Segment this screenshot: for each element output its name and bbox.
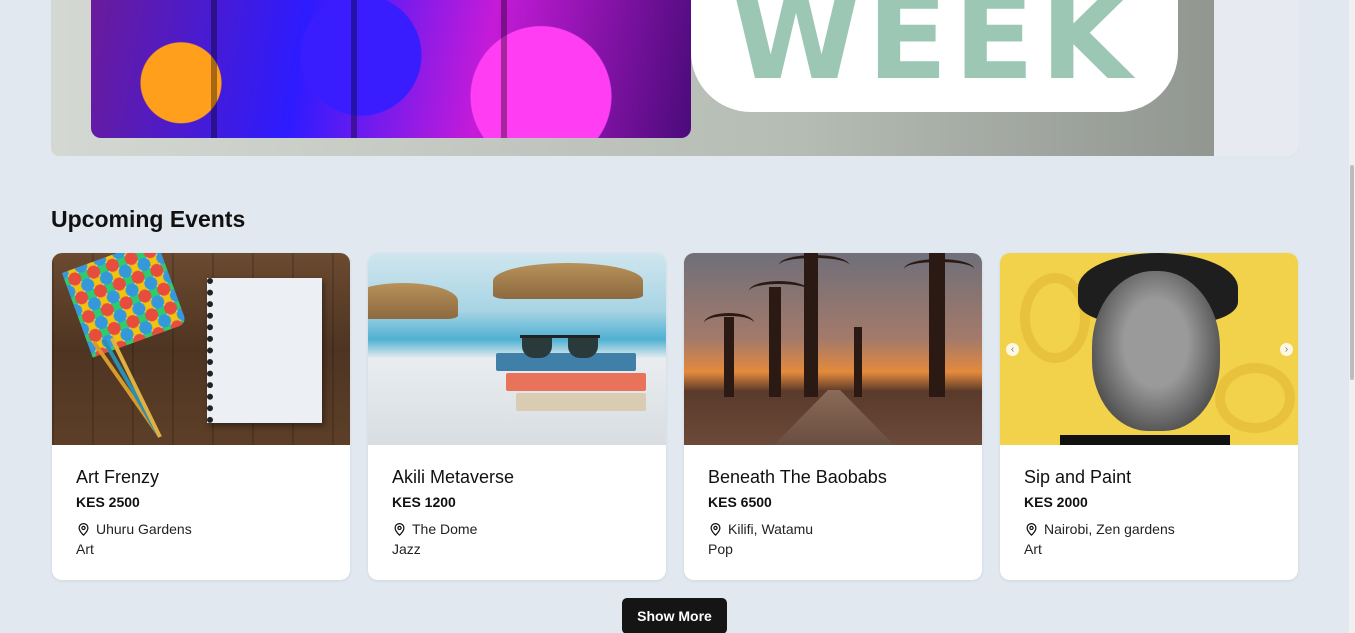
event-image-carousel: ‹ › — [1000, 253, 1298, 445]
event-location-text: Uhuru Gardens — [96, 521, 192, 537]
event-location-text: Kilifi, Watamu — [728, 521, 814, 537]
hero-banner[interactable]: WEEK — [51, 0, 1298, 156]
event-card-akili-metaverse[interactable]: Akili Metaverse KES 1200 The Dome Jazz — [368, 253, 666, 580]
location-pin-icon — [710, 522, 721, 536]
page: WEEK Upcoming Events Art Frenzy KES 2500 — [0, 0, 1355, 633]
page-scrollbar[interactable] — [1349, 0, 1355, 633]
event-location: Kilifi, Watamu — [708, 521, 958, 537]
event-location-text: The Dome — [412, 521, 478, 537]
event-image — [368, 253, 666, 445]
event-card-list: Art Frenzy KES 2500 Uhuru Gardens Art Ak… — [52, 253, 1298, 580]
event-card-body: Sip and Paint KES 2000 Nairobi, Zen gard… — [1000, 445, 1298, 557]
carousel-next-icon[interactable]: › — [1280, 343, 1293, 356]
event-card-body: Art Frenzy KES 2500 Uhuru Gardens Art — [52, 445, 350, 557]
location-pin-icon — [394, 522, 405, 536]
event-image — [684, 253, 982, 445]
hero-graffiti-image — [91, 0, 691, 138]
event-card-body: Beneath The Baobabs KES 6500 Kilifi, Wat… — [684, 445, 982, 557]
event-price: KES 2000 — [1024, 494, 1088, 510]
section-title: Upcoming Events — [51, 206, 246, 232]
show-more-button[interactable]: Show More — [622, 598, 727, 633]
event-location: The Dome — [392, 521, 642, 537]
event-title: Akili Metaverse — [392, 467, 515, 487]
event-title: Sip and Paint — [1024, 467, 1132, 487]
scrollbar-thumb[interactable] — [1350, 165, 1354, 380]
event-card-beneath-the-baobabs[interactable]: Beneath The Baobabs KES 6500 Kilifi, Wat… — [684, 253, 982, 580]
hero-edge — [1214, 0, 1298, 156]
event-card-sip-and-paint[interactable]: ‹ › Sip and Paint KES 2000 Nairobi, Zen … — [1000, 253, 1298, 580]
event-location-text: Nairobi, Zen gardens — [1044, 521, 1175, 537]
event-genre: Art — [1024, 541, 1042, 557]
event-card-body: Akili Metaverse KES 1200 The Dome Jazz — [368, 445, 666, 557]
event-image — [52, 253, 350, 445]
event-location: Nairobi, Zen gardens — [1024, 521, 1274, 537]
carousel-prev-icon[interactable]: ‹ — [1006, 343, 1019, 356]
event-location: Uhuru Gardens — [76, 521, 326, 537]
event-price: KES 2500 — [76, 494, 140, 510]
location-pin-icon — [1026, 522, 1037, 536]
event-genre: Art — [76, 541, 94, 557]
event-genre: Pop — [708, 541, 733, 557]
hero-title: WEEK — [691, 0, 1178, 112]
event-price: KES 1200 — [392, 494, 456, 510]
event-price: KES 6500 — [708, 494, 772, 510]
location-pin-icon — [78, 522, 89, 536]
event-title: Art Frenzy — [76, 467, 160, 487]
event-title: Beneath The Baobabs — [708, 467, 887, 487]
event-genre: Jazz — [392, 541, 421, 557]
event-card-art-frenzy[interactable]: Art Frenzy KES 2500 Uhuru Gardens Art — [52, 253, 350, 580]
